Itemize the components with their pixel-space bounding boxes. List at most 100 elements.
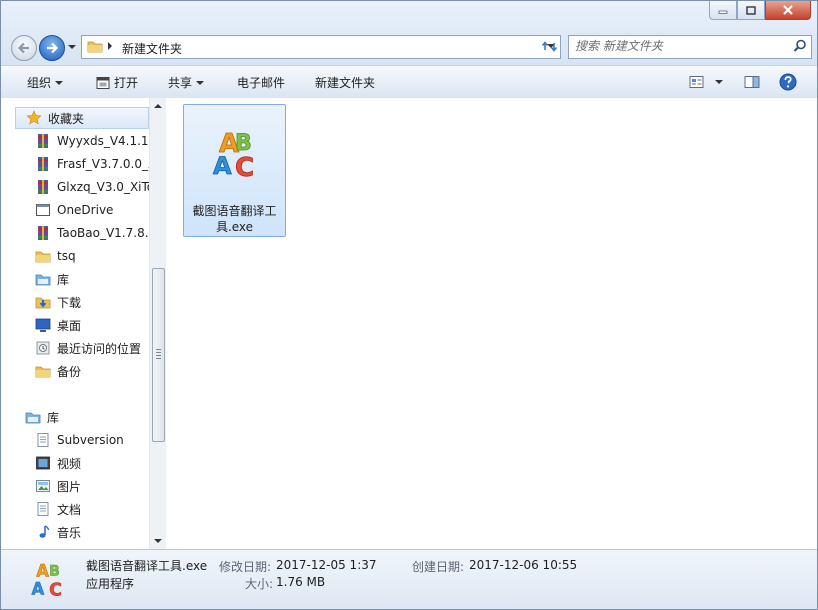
- close-button[interactable]: [765, 1, 811, 20]
- open-label: 打开: [114, 76, 139, 90]
- tree-item[interactable]: 下载: [35, 291, 149, 313]
- tree-item[interactable]: 音乐: [35, 521, 149, 543]
- organize-label: 组织: [27, 76, 52, 90]
- navigation-pane-scrollbar[interactable]: [149, 98, 166, 549]
- tree-item[interactable]: Frasf_V3.7.0.0_Xi: [35, 153, 149, 175]
- tree-favorites-header[interactable]: 收藏夹: [15, 107, 149, 129]
- help-button[interactable]: [779, 72, 797, 92]
- archive-icon: [38, 157, 48, 171]
- minimize-icon: [718, 10, 728, 14]
- chevron-down-icon[interactable]: [715, 79, 723, 85]
- tree-item[interactable]: 视频: [35, 452, 149, 474]
- new-folder-label: 新建文件夹: [315, 76, 376, 90]
- folder-icon: [35, 366, 51, 378]
- archive-icon: [38, 226, 48, 240]
- address-path[interactable]: 新建文件夹: [122, 40, 182, 57]
- command-bar: 组织 打开 共享 电子邮件 新建文件夹: [1, 65, 817, 99]
- file-item[interactable]: A B A C 截图语音翻译工具.exe: [183, 104, 286, 237]
- breadcrumb-arrow-icon[interactable]: [106, 41, 114, 51]
- recent-pages-dropdown-icon[interactable]: [67, 42, 77, 52]
- tree-item[interactable]: OneDrive: [35, 199, 149, 221]
- chevron-down-icon: [55, 80, 64, 85]
- new-folder-button[interactable]: 新建文件夹: [315, 74, 375, 91]
- tree-item-label: Glxzq_V3.0_XiTo: [57, 180, 149, 194]
- tree-item[interactable]: Wyyxds_V4.1.1.1: [35, 130, 149, 152]
- picture-icon: [36, 480, 50, 492]
- window-icon: [36, 204, 50, 216]
- size-label: 大小:: [245, 577, 274, 591]
- tree-item-label: 下载: [57, 295, 82, 310]
- scroll-up-button[interactable]: [150, 98, 166, 114]
- video-icon: [36, 456, 50, 470]
- tree-item[interactable]: 桌面: [35, 314, 149, 336]
- refresh-icon: [541, 41, 558, 52]
- tree-item-label: 图片: [57, 479, 82, 494]
- navigation-pane: 收藏夹 Wyyxds_V4.1.1.1 Frasf_V3.7.0.0_Xi Glxz…: [1, 98, 166, 549]
- preview-pane-icon: [744, 76, 760, 88]
- favorites-label: 收藏夹: [48, 111, 85, 126]
- search-input[interactable]: [575, 38, 785, 54]
- preview-pane-button[interactable]: [744, 72, 760, 92]
- maximize-icon: [746, 5, 756, 15]
- back-arrow-icon: [17, 42, 29, 54]
- tree-item-label: Frasf_V3.7.0.0_Xi: [57, 157, 149, 171]
- abc-app-icon: A B A C: [31, 561, 62, 600]
- svg-text:C: C: [235, 153, 254, 183]
- tree-item-label: 备份: [57, 364, 82, 379]
- document-icon: [37, 502, 49, 516]
- search-box[interactable]: [568, 35, 812, 59]
- back-button[interactable]: [11, 35, 37, 61]
- size-value: 1.76 MB: [276, 575, 326, 589]
- tree-item[interactable]: 文档: [35, 498, 149, 520]
- share-menu[interactable]: 共享: [168, 74, 205, 91]
- tree-item-label: OneDrive: [57, 203, 114, 217]
- explorer-window: 新建文件夹 组织 打开 共享: [0, 0, 818, 610]
- tree-item[interactable]: Glxzq_V3.0_XiTo: [35, 176, 149, 198]
- scroll-down-button[interactable]: [150, 533, 166, 549]
- tree-item-label: 桌面: [57, 318, 82, 333]
- file-name[interactable]: 截图语音翻译工具.exe: [186, 203, 283, 235]
- folder-icon: [35, 251, 51, 263]
- tree-item-label: Subversion: [57, 433, 124, 447]
- refresh-button[interactable]: [539, 36, 561, 58]
- file-list-area[interactable]: A B A C 截图语音翻译工具.exe: [166, 98, 817, 549]
- share-label: 共享: [168, 76, 193, 90]
- svg-text:A: A: [36, 562, 49, 581]
- tree-item[interactable]: 备份: [35, 360, 149, 382]
- star-icon: [26, 110, 42, 125]
- download-icon: [35, 297, 51, 309]
- modified-date-value: 2017-12-05 1:37: [276, 558, 377, 572]
- libraries-label: 库: [47, 410, 60, 425]
- library-icon: [35, 274, 51, 286]
- tree-item[interactable]: 库: [35, 268, 149, 290]
- chevron-down-icon: [154, 539, 162, 543]
- details-file-type: 应用程序: [86, 577, 135, 591]
- tree-item[interactable]: 图片: [35, 475, 149, 497]
- scrollbar-thumb[interactable]: [152, 268, 165, 442]
- svg-text:A: A: [213, 152, 232, 180]
- search-icon[interactable]: [793, 39, 807, 53]
- minimize-button[interactable]: [709, 1, 737, 20]
- tree-libraries-header[interactable]: 库: [25, 406, 149, 428]
- library-icon: [25, 412, 41, 424]
- created-date-label: 创建日期:: [412, 560, 465, 574]
- archive-icon: [38, 134, 48, 148]
- open-button[interactable]: 打开: [96, 74, 138, 91]
- recent-icon: [36, 341, 50, 355]
- open-window-icon: [96, 76, 110, 89]
- tree-item[interactable]: 最近访问的位置: [35, 337, 149, 359]
- forward-button[interactable]: [39, 35, 65, 61]
- change-view-button[interactable]: [689, 72, 723, 92]
- organize-menu[interactable]: 组织: [27, 74, 64, 91]
- chevron-down-icon: [196, 80, 205, 85]
- tree-item[interactable]: tsq: [35, 245, 149, 267]
- modified-date-label: 修改日期:: [219, 560, 272, 574]
- maximize-button[interactable]: [737, 1, 765, 20]
- chevron-up-icon: [154, 104, 162, 108]
- email-button[interactable]: 电子邮件: [237, 74, 285, 91]
- address-bar[interactable]: 新建文件夹: [81, 35, 561, 59]
- desktop-icon: [35, 318, 51, 333]
- tree-item[interactable]: Subversion: [35, 429, 149, 451]
- tree-item-label: TaoBao_V1.7.8.0: [57, 226, 149, 240]
- tree-item[interactable]: TaoBao_V1.7.8.0: [35, 222, 149, 244]
